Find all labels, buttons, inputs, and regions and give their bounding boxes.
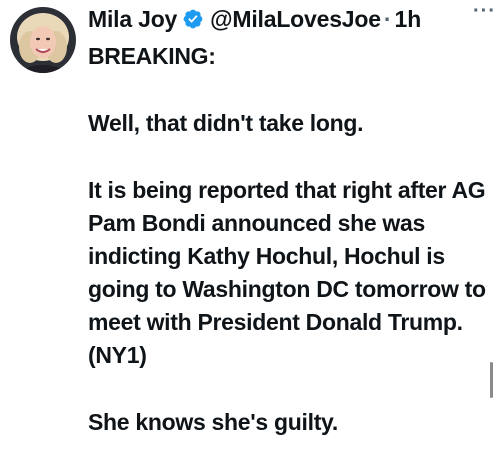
tweet-paragraph: It is being reported that right after AG… bbox=[88, 177, 486, 368]
tweet-paragraph: She knows she's guilty. bbox=[88, 409, 338, 435]
display-name[interactable]: Mila Joy bbox=[88, 6, 177, 33]
tweet-header: Mila Joy @MilaLovesJoe · 1h bbox=[88, 4, 492, 34]
avatar-image bbox=[10, 7, 76, 73]
tweet-paragraph: BREAKING: bbox=[88, 43, 216, 69]
avatar[interactable] bbox=[10, 7, 76, 73]
more-icon[interactable]: ··· bbox=[473, 0, 496, 23]
user-handle[interactable]: @MilaLovesJoe bbox=[210, 6, 381, 33]
scrollbar-thumb[interactable] bbox=[490, 362, 493, 398]
tweet: Mila Joy @MilaLovesJoe · 1h ··· BREAKING… bbox=[0, 0, 500, 464]
tweet-paragraph: Well, that didn't take long. bbox=[88, 110, 364, 136]
timestamp[interactable]: 1h bbox=[395, 6, 422, 33]
separator-dot: · bbox=[383, 5, 392, 32]
tweet-text: BREAKING: Well, that didn't take long. I… bbox=[88, 40, 493, 439]
verified-badge-icon bbox=[182, 8, 204, 30]
